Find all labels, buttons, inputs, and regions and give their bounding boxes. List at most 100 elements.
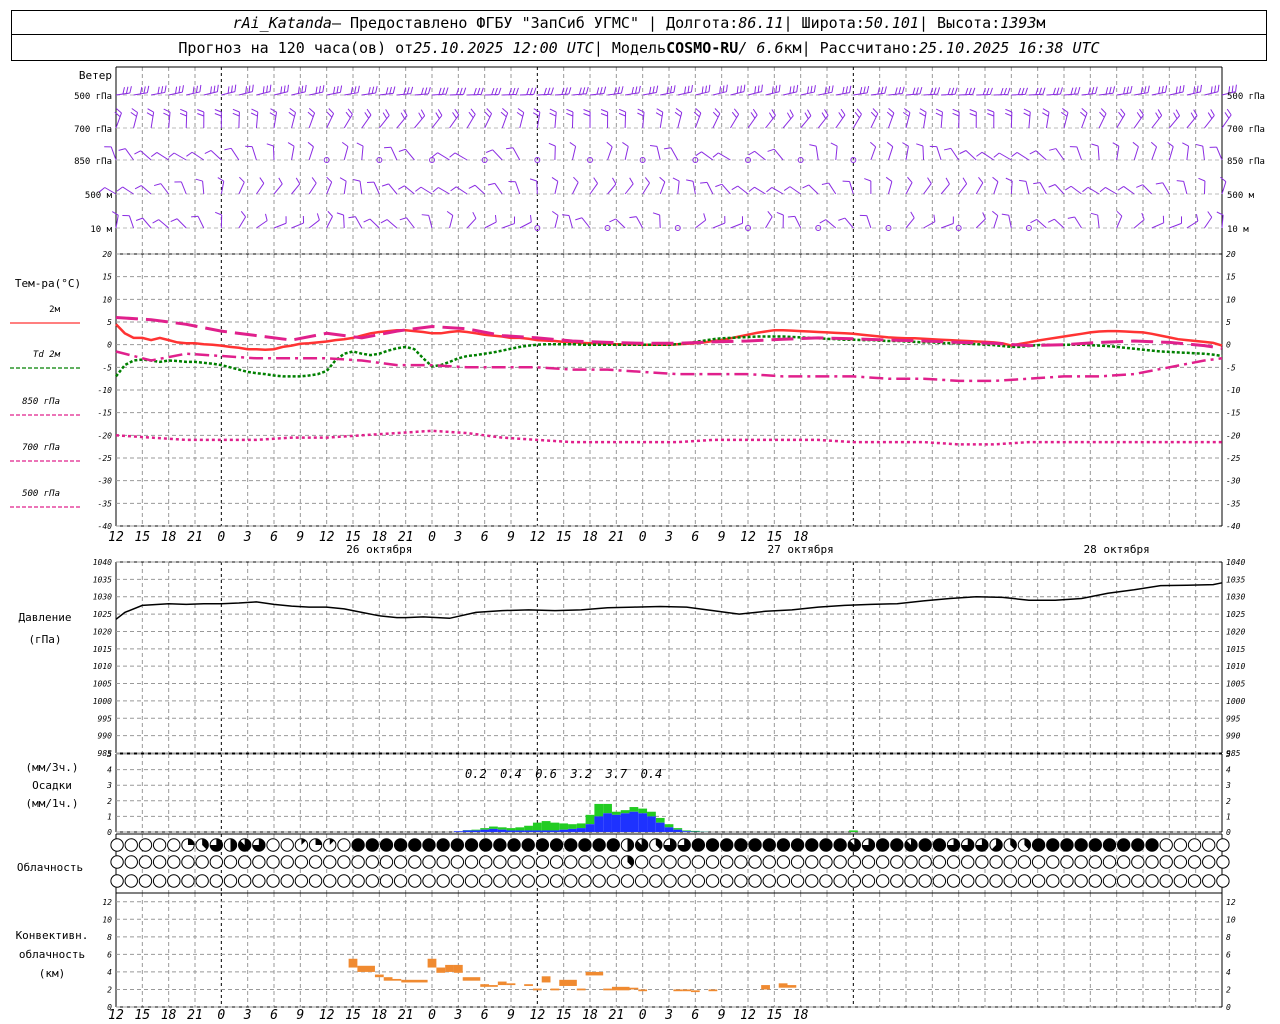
wind-barb xyxy=(373,181,380,195)
y-tick-label-right: 5 xyxy=(1226,750,1231,759)
wind-barb-feather xyxy=(1193,86,1196,94)
cloud-cover-cell xyxy=(1187,838,1202,852)
wind-barb-feather xyxy=(111,211,119,216)
wind-barb-feather xyxy=(1042,112,1049,117)
conv-cloud-segment xyxy=(436,967,446,973)
wind-barb-feather xyxy=(1200,84,1202,92)
cloud-cover-cell xyxy=(266,874,280,888)
wind-barb xyxy=(581,217,591,229)
wind-barb-feather xyxy=(884,86,887,94)
cloud-cover-cell xyxy=(805,855,819,869)
wind-barb-feather xyxy=(845,86,848,94)
wind-barb xyxy=(210,150,222,161)
wind-barb xyxy=(291,183,301,195)
cloud-cover-cell xyxy=(237,874,252,888)
wind-barb-feather xyxy=(251,84,254,92)
cloud-cover-fill xyxy=(720,838,733,852)
cloud-cover-cell xyxy=(110,855,124,869)
x-tick-label: 6 xyxy=(270,530,278,545)
wind-barb-feather xyxy=(146,112,154,117)
y-tick-label-right: 12 xyxy=(1226,898,1236,907)
conv-cloud-segment xyxy=(480,984,490,987)
wind-barb-feather xyxy=(1175,86,1178,94)
wind-barb-feather xyxy=(768,112,774,119)
wind-barb-feather xyxy=(562,214,570,216)
cloud-cover-cell xyxy=(989,855,1003,869)
wind-barb xyxy=(773,148,784,161)
cloud-cover-cell xyxy=(464,874,479,888)
wind-barb-feather xyxy=(543,87,547,95)
wind-barb-feather xyxy=(266,143,274,147)
wind-barb-feather xyxy=(731,185,738,191)
wind-barb xyxy=(1151,222,1164,229)
wind-barb-feather xyxy=(1080,111,1087,118)
wind-barb-feather xyxy=(278,177,283,185)
wind-barb xyxy=(1054,184,1065,195)
wind-barb-feather xyxy=(415,186,422,192)
wind-barb-feather xyxy=(807,109,812,116)
conv-cloud-segment xyxy=(462,977,472,981)
wind-barb xyxy=(950,148,960,161)
wind-barb xyxy=(238,216,247,229)
precip-bar-convective xyxy=(532,830,542,832)
cloud-cover-cell xyxy=(677,874,691,888)
cloud-cover-cell xyxy=(1102,855,1117,869)
cloud-cover-cell xyxy=(1145,874,1159,888)
cloud-cover-fill xyxy=(777,838,790,852)
wind-barb xyxy=(765,216,773,229)
y-tick-label-right: 10 xyxy=(1226,295,1236,304)
y-tick-label-left: -30 xyxy=(98,477,113,486)
wind-barb-feather xyxy=(232,112,240,117)
wind-barb xyxy=(1054,218,1065,229)
wind-barb-feather xyxy=(786,112,792,120)
wind-barb xyxy=(923,221,936,229)
cloud-cover-cell xyxy=(776,874,791,888)
wind-barb-feather xyxy=(1190,112,1196,120)
wind-barb xyxy=(1016,151,1030,161)
wind-barb-feather xyxy=(195,178,203,182)
wind-barb-feather xyxy=(424,87,428,95)
cloud-cover-cell xyxy=(819,855,833,869)
cloud-cover-cell xyxy=(450,855,465,869)
cloud-cover-cell xyxy=(805,874,819,888)
wind-barb-feather xyxy=(969,109,977,113)
cloud-cover-cell xyxy=(323,855,337,869)
wind-barb-feather xyxy=(783,186,791,191)
cloud-cover-cell xyxy=(790,874,805,888)
wind-barb-feather xyxy=(1001,213,1009,216)
wind-barb-feather xyxy=(992,176,999,183)
wind-barb-feather xyxy=(356,142,364,147)
wind-barb-feather xyxy=(350,86,353,94)
x-tick-label-bottom: 21 xyxy=(187,1008,203,1023)
cloud-cover-fill xyxy=(876,838,889,852)
wind-barb-feather xyxy=(978,177,984,184)
wind-barb xyxy=(568,215,573,229)
cloud-cover-cell xyxy=(152,855,167,869)
y-tick-label-right: 2 xyxy=(1226,797,1231,806)
cloud-cover-cell xyxy=(734,855,748,869)
conv-cloud-segment xyxy=(673,989,683,992)
wind-barb-feather xyxy=(459,87,463,95)
wind-barb xyxy=(168,112,171,129)
y-tick-label-right: -35 xyxy=(1226,499,1241,508)
conv-cloud-segment xyxy=(541,976,551,983)
conv-cloud-segment xyxy=(471,977,481,981)
wind-barb xyxy=(251,146,257,161)
x-tick-label-bottom: 3 xyxy=(664,1008,673,1023)
cloud-cover-cell xyxy=(649,855,663,869)
wind-barb-feather xyxy=(1132,141,1139,148)
wind-barb-feather xyxy=(341,141,349,147)
cloud-cover-cell xyxy=(975,855,989,869)
wind-barb-feather xyxy=(1167,141,1174,147)
wind-barb-feather xyxy=(375,86,378,94)
cloud-cover-fill xyxy=(1046,838,1059,852)
wind-barb-feather xyxy=(599,86,603,94)
wind-barb xyxy=(484,221,497,229)
y-tick-label-right: -15 xyxy=(1226,409,1241,418)
wind-barb-feather xyxy=(179,112,187,117)
conv-cloud-segment xyxy=(550,988,560,991)
y-tick-label-right: 1025 xyxy=(1226,610,1245,619)
wind-barb-feather xyxy=(1210,109,1215,116)
cloud-cover-cell xyxy=(422,855,436,869)
wind-barb-feather xyxy=(288,111,295,117)
